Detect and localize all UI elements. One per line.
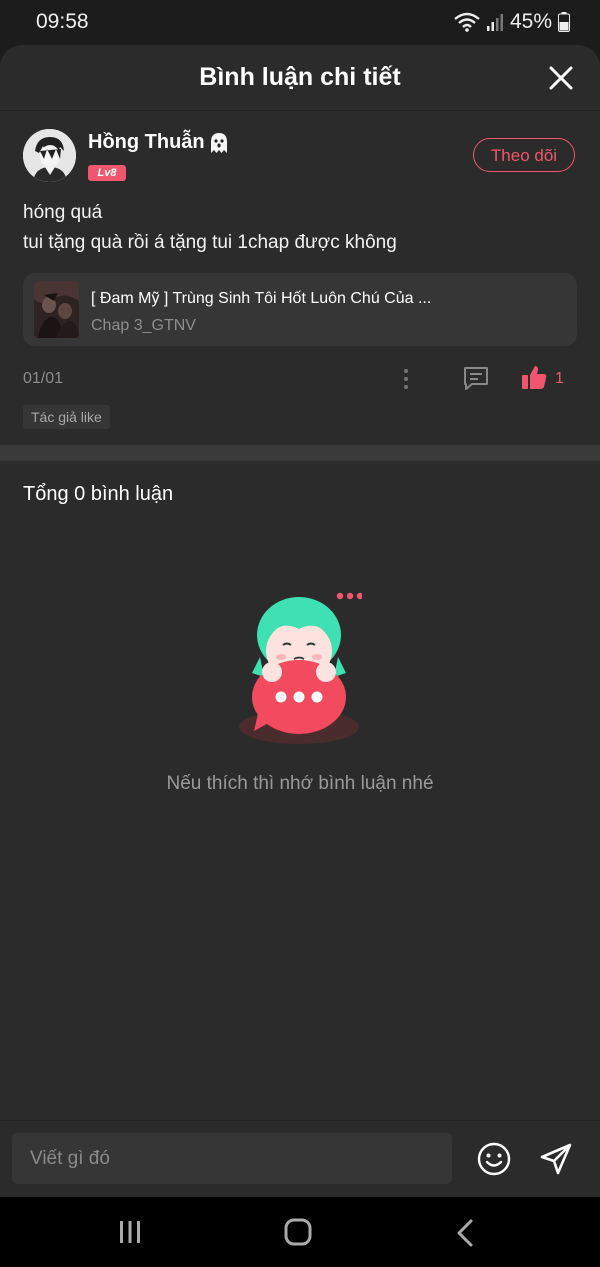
send-icon[interactable] [538, 1141, 574, 1177]
total-comments: Tổng 0 bình luận [23, 483, 174, 505]
chapter-card[interactable]: [ Đam Mỹ ] Trùng Sinh Tôi Hốt Luôn Chú C… [23, 273, 577, 346]
back-icon[interactable] [456, 1219, 474, 1247]
thumbs-up-icon[interactable] [520, 363, 548, 391]
reply-icon[interactable] [462, 365, 490, 391]
status-icons: 45% [454, 10, 570, 34]
chapter-title: [ Đam Mỹ ] Trùng Sinh Tôi Hốt Luôn Chú C… [91, 290, 432, 307]
chapter-subtitle: Chap 3_GTNV [91, 317, 196, 334]
home-icon[interactable] [284, 1218, 312, 1246]
status-time: 09:58 [36, 10, 89, 33]
user-name[interactable]: Hồng Thuẫn [88, 131, 205, 154]
close-icon[interactable] [548, 65, 574, 91]
comment-detail-sheet: Bình luận chi tiết Hồng Thuẫn Lv8 Theo d… [0, 45, 600, 1197]
system-nav-bar [0, 1197, 600, 1267]
empty-state-text: Nếu thích thì nhớ bình luận nhé [166, 773, 434, 794]
comment-line-1: hóng quá [23, 202, 103, 223]
signal-icon [486, 14, 503, 31]
ghost-icon [211, 133, 227, 153]
follow-button[interactable]: Theo dõi [473, 138, 575, 172]
header: Bình luận chi tiết [0, 45, 600, 111]
comment-input-bar [0, 1120, 600, 1197]
page-title: Bình luận chi tiết [199, 63, 401, 91]
battery-icon [558, 12, 570, 32]
recent-apps-icon[interactable] [118, 1219, 142, 1245]
battery-percent: 45% [509, 10, 552, 33]
level-badge: Lv8 [88, 165, 126, 181]
status-bar: 09:58 45% [0, 0, 600, 44]
like-count: 1 [555, 370, 564, 387]
wifi-icon [454, 12, 480, 32]
emoji-icon[interactable] [477, 1142, 511, 1176]
avatar-image [23, 129, 76, 182]
comment-date: 01/01 [23, 370, 64, 387]
avatar[interactable] [23, 129, 76, 182]
author-liked-tag: Tác giả like [23, 405, 110, 429]
more-options-icon[interactable] [399, 367, 413, 391]
empty-state-illustration [239, 592, 362, 744]
comment-line-2: tui tặng quà rồi á tặng tui 1chap được k… [23, 232, 397, 253]
section-divider [0, 445, 600, 461]
comment-input[interactable] [12, 1133, 452, 1184]
chapter-thumbnail [34, 281, 79, 338]
